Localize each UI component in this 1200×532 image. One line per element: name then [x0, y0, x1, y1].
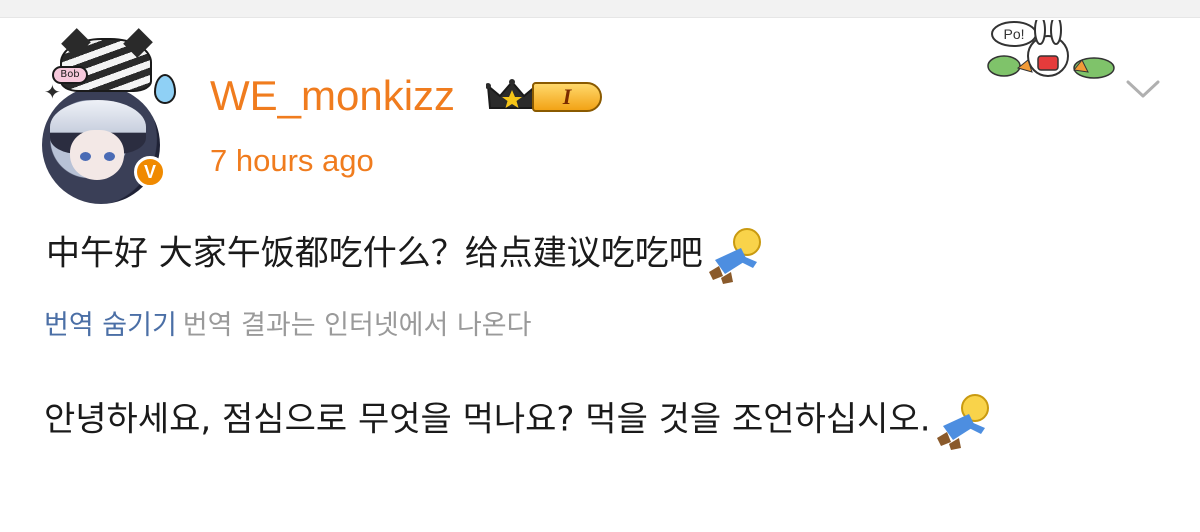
username-link[interactable]: WE_monkizz [210, 70, 455, 122]
post-content: 中午好 大家午饭都吃什么？给点建议吃吃吧 [46, 226, 767, 284]
post-content-text: 中午好 大家午饭都吃什么？给点建议吃吃吧 [46, 233, 703, 274]
post-timestamp: 7 hours ago [210, 143, 374, 178]
rabbit-sticker-icon: Po! [987, 20, 1115, 79]
membership-level-badge[interactable]: I [486, 72, 602, 120]
translated-content: 안녕하세요, 점심으로 무엇을 먹나요? 먹을 것을 조언하십시오. [44, 392, 1164, 450]
lying-doll-emoji-icon [708, 228, 761, 284]
translation-source-note: 번역 결과는 인터넷에서 나온다 [182, 310, 532, 341]
crown-icon [486, 79, 538, 109]
chevron-down-icon[interactable] [1124, 74, 1162, 104]
sticker-bubble-text: Po! [1003, 26, 1024, 42]
lying-doll-emoji-icon [936, 394, 989, 450]
user-avatar[interactable]: Bob ✦ V [36, 28, 176, 204]
translated-content-text: 안녕하세요, 점심으로 무엇을 먹나요? 먹을 것을 조언하십시오. [44, 399, 931, 440]
hide-translation-link[interactable]: 번역 숨기기 [44, 310, 177, 341]
sparkle-icon: ✦ [44, 80, 61, 104]
level-tag: I [532, 82, 602, 112]
verified-badge-icon: V [134, 156, 166, 188]
translation-bar: 번역 숨기기 번역 결과는 인터넷에서 나온다 [44, 306, 531, 346]
sweat-drop-decoration [154, 74, 176, 104]
top-separator-band [0, 0, 1200, 18]
